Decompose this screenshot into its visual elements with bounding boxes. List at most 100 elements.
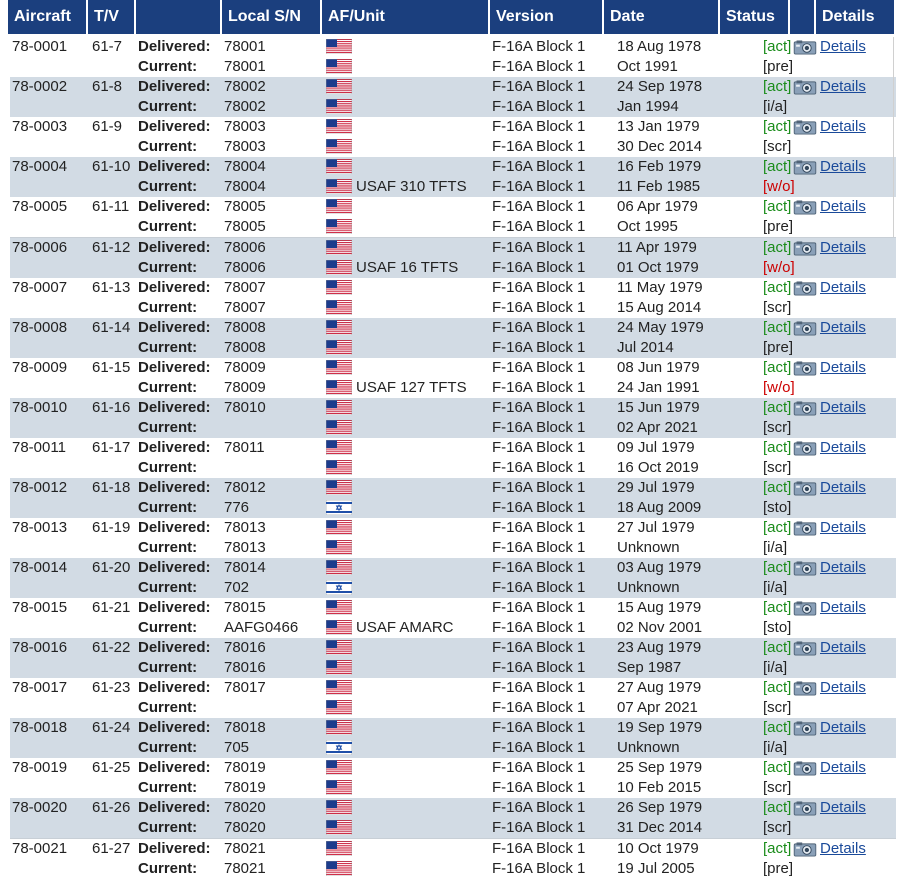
table-row: 78-0001 61-7 Delivered: Current: 78001 7… [10,37,896,77]
us-flag-icon [325,118,353,135]
col-header-tv[interactable]: T/V [88,0,136,34]
details-link[interactable]: Details [820,398,866,418]
aircraft-table-body: 78-0001 61-7 Delivered: Current: 78001 7… [10,37,896,879]
col-header-status[interactable]: Status [720,0,790,34]
current-local-sn: 78002 [224,98,266,115]
us-flag-icon [325,339,353,356]
details-link[interactable]: Details [820,318,866,338]
camera-icon[interactable] [792,600,818,620]
details-link[interactable]: Details [820,678,866,698]
delivered-date: 09 Jul 1979 [617,439,695,456]
camera-icon[interactable] [792,360,818,380]
details-link[interactable]: Details [820,77,866,97]
us-flag-icon [325,138,353,155]
delivered-local-sn: 78011 [224,439,265,456]
camera-icon[interactable] [792,320,818,340]
details-link[interactable]: Details [820,798,866,818]
table-row: 78-0008 61-14 Delivered: Current: 78008 … [10,318,896,358]
tv-code: 61-9 [92,118,123,135]
current-status: [scr] [763,419,792,436]
camera-icon[interactable] [792,720,818,740]
details-link[interactable]: Details [820,839,866,859]
table-border-line [893,37,894,237]
current-label: Current: [138,539,198,556]
details-link[interactable]: Details [820,598,866,618]
camera-icon[interactable] [792,520,818,540]
camera-icon[interactable] [792,119,818,139]
col-header-date[interactable]: Date [604,0,720,34]
details-link[interactable]: Details [820,117,866,137]
camera-icon[interactable] [792,280,818,300]
details-link[interactable]: Details [820,238,866,258]
camera-icon[interactable] [792,640,818,660]
camera-icon[interactable] [792,841,818,861]
us-flag-icon [325,679,353,696]
current-date: Unknown [617,579,680,596]
delivered-local-sn: 78003 [224,118,266,135]
current-version: F-16A Block 1 [492,58,586,75]
us-flag-icon [325,359,353,376]
col-header-aircraft[interactable]: Aircraft [8,0,88,34]
us-flag-icon [325,659,353,676]
camera-icon[interactable] [792,480,818,500]
camera-icon[interactable] [792,560,818,580]
us-flag-icon [325,599,353,616]
current-date: 18 Aug 2009 [617,499,702,516]
camera-icon[interactable] [792,79,818,99]
current-label: Current: [138,98,198,115]
delivered-label: Delivered: [138,198,211,215]
us-flag-icon [325,379,353,396]
details-link[interactable]: Details [820,518,866,538]
tv-code: 61-22 [92,639,131,656]
delivered-label: Delivered: [138,599,211,616]
details-link[interactable]: Details [820,718,866,738]
col-header-local-sn[interactable]: Local S/N [222,0,322,34]
tv-code: 61-19 [92,519,131,536]
current-version: F-16A Block 1 [492,579,586,596]
details-link[interactable]: Details [820,278,866,298]
col-header-details[interactable]: Details [816,0,894,34]
delivered-version: F-16A Block 1 [492,78,586,95]
us-flag-icon [325,279,353,296]
current-version: F-16A Block 1 [492,98,586,115]
details-link[interactable]: Details [820,197,866,217]
camera-icon[interactable] [792,400,818,420]
camera-icon[interactable] [792,39,818,59]
details-link[interactable]: Details [820,638,866,658]
delivered-version: F-16A Block 1 [492,399,586,416]
details-link[interactable]: Details [820,37,866,57]
col-header-af-unit[interactable]: AF/Unit [322,0,490,34]
current-version: F-16A Block 1 [492,379,586,396]
israel-flag-icon [325,579,353,596]
table-row: 78-0016 61-22 Delivered: Current: 78016 … [10,638,896,678]
details-link[interactable]: Details [820,558,866,578]
us-flag-icon [325,439,353,456]
aircraft-serial: 78-0009 [12,359,68,376]
details-link[interactable]: Details [820,358,866,378]
aircraft-serial: 78-0002 [12,78,68,95]
camera-icon[interactable] [792,800,818,820]
camera-icon[interactable] [792,159,818,179]
current-date: 16 Oct 2019 [617,459,699,476]
tv-code: 61-17 [92,439,131,456]
camera-icon[interactable] [792,199,818,219]
delivered-local-sn: 78006 [224,239,266,256]
delivered-status: [act] [763,198,792,215]
camera-icon[interactable] [792,240,818,260]
current-local-sn: 78007 [224,299,266,316]
delivered-local-sn: 78005 [224,198,266,215]
col-header-version[interactable]: Version [490,0,604,34]
details-link[interactable]: Details [820,157,866,177]
details-link[interactable]: Details [820,478,866,498]
delivered-label: Delivered: [138,439,211,456]
delivered-date: 11 Apr 1979 [617,239,697,256]
current-date: 19 Jul 2005 [617,860,695,877]
current-version: F-16A Block 1 [492,619,586,636]
details-link[interactable]: Details [820,438,866,458]
delivered-status: [act] [763,239,792,256]
camera-icon[interactable] [792,440,818,460]
camera-icon[interactable] [792,680,818,700]
delivered-label: Delivered: [138,78,211,95]
camera-icon[interactable] [792,760,818,780]
details-link[interactable]: Details [820,758,866,778]
